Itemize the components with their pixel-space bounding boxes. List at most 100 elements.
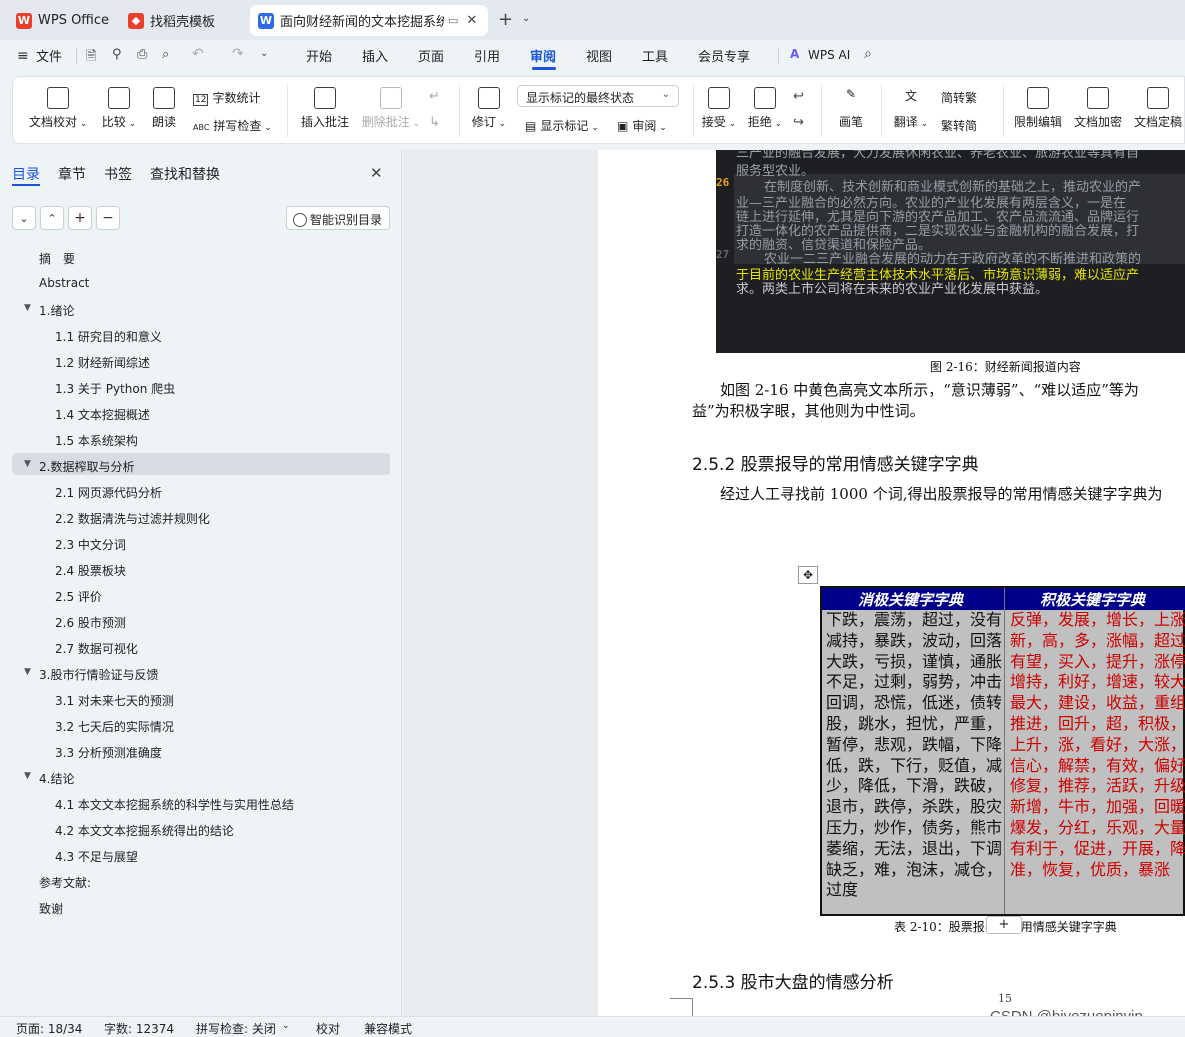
screen-icon[interactable]: ▭ — [448, 14, 458, 27]
tab-toc[interactable]: 目录 — [12, 164, 40, 184]
menu-start[interactable]: 开始 — [306, 46, 332, 65]
toc-item[interactable]: 3.1 对未来七天的预测 — [55, 692, 174, 709]
toc-item[interactable]: 3.股市行情验证与反馈 — [39, 666, 158, 683]
negative-keyword-line: 不足，过剩，弱势，冲击， — [826, 672, 1004, 692]
word-count-button[interactable]: 12 字数统计 — [193, 89, 260, 106]
close-panel-icon[interactable]: ✕ — [370, 164, 383, 182]
tab-bookmark[interactable]: 书签 — [104, 164, 132, 184]
next-change-icon[interactable]: ↪ — [793, 115, 804, 130]
insert-comment-button[interactable]: 插入批注 — [299, 87, 351, 130]
toc-item[interactable]: 1.2 财经新闻综述 — [55, 354, 150, 371]
translate-button[interactable]: 文翻译 ⌄ — [891, 87, 931, 130]
collapse-button[interactable]: ⌄ — [12, 206, 36, 230]
share-icon[interactable]: ⚲ — [112, 47, 122, 62]
smart-toc-button[interactable]: 智能识别目录 — [286, 206, 390, 230]
tab-document[interactable]: W 面向财经新闻的文本挖掘系统 ▭ ✕ — [250, 5, 488, 36]
next-comment-icon[interactable]: ↳ — [429, 115, 440, 130]
accept-button[interactable]: 接受 ⌄ — [701, 87, 737, 130]
doc-check-button[interactable]: 文档校对 ⌄ — [29, 87, 87, 130]
encrypt-button[interactable]: 文档加密 — [1073, 87, 1123, 130]
toc-item[interactable]: 1.4 文本挖掘概述 — [55, 406, 150, 423]
hamburger-icon[interactable]: ≡ — [17, 48, 29, 64]
status-page[interactable]: 页面: 18/34 — [16, 1020, 82, 1037]
toc-item[interactable]: 3.2 七天后的实际情况 — [55, 718, 174, 735]
toc-item[interactable]: 参考文献: — [39, 874, 91, 891]
toc-item[interactable]: 2.数据榨取与分析 — [39, 458, 134, 475]
tab-chapter[interactable]: 章节 — [58, 164, 86, 184]
reject-button[interactable]: 拒绝 ⌄ — [747, 87, 783, 130]
menu-tools[interactable]: 工具 — [642, 46, 668, 65]
toc-item[interactable]: 2.2 数据清洗与过滤并规则化 — [55, 510, 210, 527]
add-row-icon[interactable]: + — [986, 916, 1022, 934]
menu-page[interactable]: 页面 — [418, 46, 444, 65]
expand-arrow-icon[interactable]: ▼ — [24, 459, 31, 469]
spell-check-button[interactable]: ABC 拼写检查 ⌄ — [193, 117, 272, 134]
menu-file[interactable]: 文件 — [36, 46, 62, 65]
to-traditional-button[interactable]: 简转繁 — [941, 89, 977, 106]
toc-item[interactable]: 4.1 本文文本挖掘系统的科学性与实用性总结 — [55, 796, 294, 813]
status-spell[interactable]: 拼写检查: 关闭 — [196, 1020, 276, 1037]
toc-item[interactable]: 2.6 股市预测 — [55, 614, 126, 631]
delete-comment-button[interactable]: 删除批注 ⌄ — [359, 87, 423, 130]
toc-item[interactable]: 2.7 数据可视化 — [55, 640, 138, 657]
toc-item[interactable]: 2.1 网页源代码分析 — [55, 484, 162, 501]
markup-select[interactable]: 显示标记的最终状态 ⌄ — [517, 85, 679, 107]
remove-item-button[interactable]: − — [96, 206, 120, 230]
toc-item[interactable]: 致谢 — [39, 900, 63, 917]
toc-item[interactable]: 2.3 中文分词 — [55, 536, 126, 553]
menu-reference[interactable]: 引用 — [474, 46, 500, 65]
undo-icon[interactable]: ↶ — [192, 46, 204, 62]
tab-templates[interactable]: ◆ 找稻壳模板 — [120, 5, 244, 36]
tab-find-replace[interactable]: 查找和替换 — [150, 164, 220, 184]
prev-change-icon[interactable]: ↩ — [793, 89, 804, 104]
menu-review[interactable]: 审阅 — [530, 46, 556, 65]
active-tab-underline — [12, 184, 40, 186]
toc-item[interactable]: 4.结论 — [39, 770, 74, 787]
revise-button[interactable]: 修订 ⌄ — [469, 87, 509, 130]
print-preview-icon[interactable]: ⌕ — [162, 47, 169, 62]
finalize-button[interactable]: 文档定稿 — [1133, 87, 1183, 130]
toc-item[interactable]: 3.3 分析预测准确度 — [55, 744, 162, 761]
smart-icon — [293, 213, 307, 227]
status-proof[interactable]: 校对 — [316, 1020, 340, 1037]
chevron-down-icon[interactable]: ⌄ — [522, 13, 530, 24]
expand-arrow-icon[interactable]: ▼ — [24, 303, 31, 313]
heading-2-5-2: 2.5.2 股票报导的常用情感关键字字典 — [692, 455, 979, 475]
menu-wps-ai[interactable]: WPS AI — [808, 48, 850, 62]
expand-arrow-icon[interactable]: ▼ — [24, 771, 31, 781]
close-icon[interactable]: ✕ — [466, 13, 477, 28]
toc-item[interactable]: 1.3 关于 Python 爬虫 — [55, 380, 175, 397]
table-move-handle-icon[interactable]: ✥ — [798, 566, 818, 584]
toc-item[interactable]: 1.绪论 — [39, 302, 74, 319]
redo-icon[interactable]: ↷ — [232, 46, 244, 62]
to-simplified-button[interactable]: 繁转简 — [941, 117, 977, 134]
save-icon[interactable]: 🗎 — [86, 47, 96, 69]
expand-button[interactable]: ⌃ — [40, 206, 64, 230]
new-tab-icon[interactable]: + — [498, 9, 513, 30]
toc-item[interactable]: 1.5 本系统架构 — [55, 432, 138, 449]
status-words[interactable]: 字数: 12374 — [104, 1020, 174, 1037]
show-markup-button[interactable]: ▤ 显示标记 ⌄ — [525, 117, 599, 134]
pen-button[interactable]: ✎ 画笔 — [835, 87, 867, 130]
tab-wps-office[interactable]: W WPS Office — [8, 5, 112, 36]
toc-item[interactable]: 摘 要 — [39, 250, 75, 267]
restrict-edit-button[interactable]: 限制编辑 — [1013, 87, 1063, 130]
toc-item[interactable]: Abstract — [39, 276, 89, 290]
print-icon[interactable]: ⎙ — [137, 47, 147, 62]
expand-arrow-icon[interactable]: ▼ — [24, 667, 31, 677]
compare-button[interactable]: 比较 ⌄ — [97, 87, 141, 130]
more-chevron-icon[interactable]: ⌄ — [260, 48, 268, 59]
toc-item[interactable]: 4.2 本文文本挖掘系统得出的结论 — [55, 822, 234, 839]
menu-insert[interactable]: 插入 — [362, 46, 388, 65]
add-item-button[interactable]: + — [68, 206, 92, 230]
review-pane-button[interactable]: ▣ 审阅 ⌄ — [617, 117, 667, 134]
menu-member[interactable]: 会员专享 — [698, 46, 750, 65]
prev-comment-icon[interactable]: ↵ — [429, 89, 440, 104]
toc-item[interactable]: 4.3 不足与展望 — [55, 848, 138, 865]
toc-item[interactable]: 2.4 股票板块 — [55, 562, 126, 579]
toc-item[interactable]: 1.1 研究目的和意义 — [55, 328, 162, 345]
search-icon[interactable]: ⌕ — [864, 46, 872, 62]
toc-item[interactable]: 2.5 评价 — [55, 588, 102, 605]
read-aloud-button[interactable]: 朗读 — [149, 87, 179, 130]
menu-view[interactable]: 视图 — [586, 46, 612, 65]
